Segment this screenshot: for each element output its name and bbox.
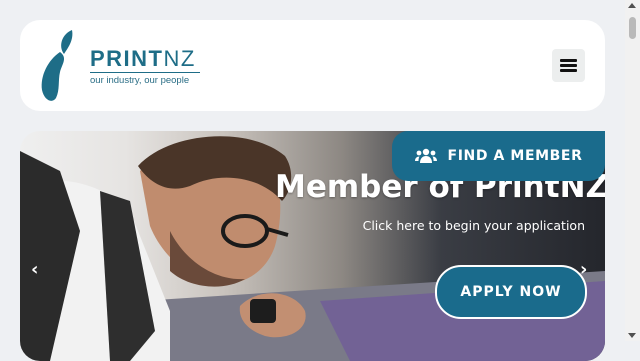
menu-bar-icon: [560, 64, 577, 67]
slider-prev-icon[interactable]: ‹: [31, 259, 38, 280]
scroll-down-icon[interactable]: [628, 333, 636, 338]
apply-now-button[interactable]: APPLY NOW: [435, 265, 587, 319]
menu-bar-icon: [560, 69, 577, 72]
users-icon: [414, 148, 437, 163]
logo-divider: [90, 72, 200, 73]
logo-drop-icon: [41, 30, 73, 101]
find-a-member-button[interactable]: FIND A MEMBER: [392, 131, 605, 181]
site-header: PRINTNZ our industry, our people: [20, 20, 605, 111]
page-scrollbar[interactable]: [625, 0, 640, 341]
logo-wordmark: PRINTNZ: [90, 46, 196, 71]
scrollbar-thumb[interactable]: [629, 17, 636, 39]
hero-subtitle[interactable]: Click here to begin your application: [320, 218, 585, 233]
logo-tagline: our industry, our people: [90, 75, 190, 86]
hamburger-menu-button[interactable]: [552, 49, 585, 82]
slider-next-icon[interactable]: ›: [580, 259, 587, 280]
scroll-up-icon[interactable]: [628, 3, 636, 8]
printnz-logo[interactable]: PRINTNZ our industry, our people: [38, 28, 208, 104]
menu-bar-icon: [560, 59, 577, 62]
find-a-member-label: FIND A MEMBER: [447, 148, 583, 164]
